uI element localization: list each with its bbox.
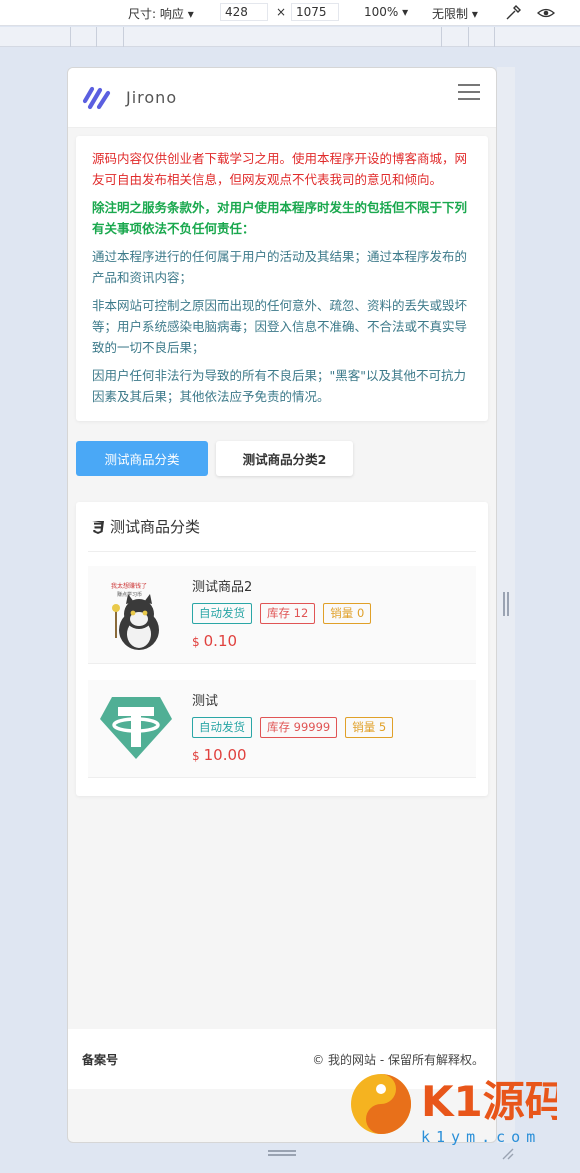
watermark-main-text: K1源码: [421, 1077, 557, 1126]
product-info: 测试商品2 自动发货 库存 12 销量 0 $0.10: [192, 574, 379, 655]
product-category-card: 测试商品分类 我太想赚钱了 赚点学习币 测试商品2 自动发货 库存 12 销量 …: [76, 502, 488, 796]
category-tabs: 测试商品分类 测试商品分类2: [76, 441, 488, 476]
hamburger-icon-bar: [458, 84, 480, 86]
caret-down-icon: ▾: [402, 5, 409, 19]
product-price: $0.10: [192, 632, 379, 650]
notice-paragraph-item: 通过本程序进行的任何属于用户的活动及其结果；通过本程序发布的产品和资讯内容；: [92, 249, 468, 285]
caret-down-icon: ▾: [187, 7, 194, 21]
category-title: 测试商品分类: [88, 502, 476, 552]
slash-stripes-logo-icon[interactable]: [82, 85, 112, 111]
product-price: $10.00: [192, 746, 401, 764]
notice-paragraph-liability: 除注明之服务条款外，对用户使用本程序时发生的包括但不限于下列有关事项依法不负任何…: [92, 200, 468, 236]
zoom-dropdown[interactable]: 100% ▾: [364, 5, 408, 19]
eye-icon[interactable]: [536, 3, 556, 23]
tab-category-2[interactable]: 测试商品分类2: [216, 441, 353, 476]
watermark-url-text: k1ym.com: [421, 1128, 541, 1146]
dimensions-label: 尺寸: 响应: [128, 7, 184, 21]
disclaimer-notice: 源码内容仅供创业者下载学习之用。使用本程序开设的博客商城，网友可自由发布相关信息…: [76, 136, 488, 421]
product-item[interactable]: 测试 自动发货 库存 99999 销量 5 $10.00: [88, 680, 476, 778]
product-tags: 自动发货 库存 12 销量 0: [192, 603, 379, 624]
tab-category-1[interactable]: 测试商品分类: [76, 441, 208, 476]
notice-paragraph-item: 非本网站可控制之原因而出现的任何意外、疏忽、资料的丢失或毁坏等；用户系统感染电脑…: [92, 298, 468, 355]
sales-badge: 销量 5: [345, 717, 394, 738]
notice-paragraph-intro: 源码内容仅供创业者下载学习之用。使用本程序开设的博客商城，网友可自由发布相关信息…: [92, 151, 468, 187]
hamburger-icon-bar: [458, 98, 480, 100]
price-value: 10.00: [203, 746, 247, 764]
price-value: 0.10: [203, 632, 238, 650]
hamburger-icon-bar: [458, 91, 480, 93]
hamburger-menu-button[interactable]: [458, 84, 480, 102]
svg-text:我太想赚钱了: 我太想赚钱了: [111, 582, 147, 590]
times-sign: ×: [276, 5, 287, 19]
product-name[interactable]: 测试商品2: [192, 576, 379, 595]
tether-logo-image: [98, 688, 174, 768]
throttle-dropdown[interactable]: 无限制 ▾: [432, 5, 478, 22]
zoom-label: 100%: [364, 5, 399, 19]
cartoon-cat-image: 我太想赚钱了 赚点学习币: [98, 574, 174, 654]
product-info: 测试 自动发货 库存 99999 销量 5 $10.00: [192, 688, 401, 769]
resize-handle-bottom[interactable]: [268, 1150, 296, 1156]
dimensions-dropdown[interactable]: 尺寸: 响应 ▾: [128, 5, 194, 22]
eyedropper-icon[interactable]: [503, 3, 523, 23]
resize-handle-right[interactable]: [503, 592, 509, 616]
site-header: Jirono: [68, 68, 496, 128]
media-query-ruler: [0, 27, 580, 47]
product-name[interactable]: 测试: [192, 690, 401, 709]
css3-icon: [92, 520, 104, 534]
brand-name[interactable]: Jirono: [126, 88, 177, 107]
auto-delivery-badge: 自动发货: [192, 717, 252, 738]
stock-badge: 库存 12: [260, 603, 316, 624]
currency-symbol: $: [192, 749, 200, 763]
stock-badge: 库存 99999: [260, 717, 338, 738]
product-tags: 自动发货 库存 99999 销量 5: [192, 717, 401, 738]
auto-delivery-badge: 自动发货: [192, 603, 252, 624]
category-title-text: 测试商品分类: [110, 518, 201, 536]
height-input[interactable]: 1075: [291, 3, 339, 21]
devtools-toolbar: 尺寸: 响应 ▾ 428 × 1075 100% ▾ 无限制 ▾: [0, 0, 580, 26]
beian-link[interactable]: 备案号: [82, 1051, 118, 1068]
device-viewport: Jirono 源码内容仅供创业者下载学习之用。使用本程序开设的博客商城，网友可自…: [67, 67, 497, 1143]
caret-down-icon: ▾: [471, 7, 478, 21]
sales-badge: 销量 0: [323, 603, 372, 624]
k1-watermark-logo: K1源码 k1ym.com: [351, 1074, 557, 1146]
product-item[interactable]: 我太想赚钱了 赚点学习币 测试商品2 自动发货 库存 12 销量 0 $ 0.1…: [88, 566, 476, 664]
width-input[interactable]: 428: [220, 3, 268, 21]
throttle-label: 无限制: [432, 7, 469, 21]
notice-paragraph-item: 因用户任何非法行为导致的所有不良后果；"黑客"以及其他不可抗力因素及其后果；其他…: [92, 368, 467, 404]
currency-symbol: $: [192, 635, 200, 649]
